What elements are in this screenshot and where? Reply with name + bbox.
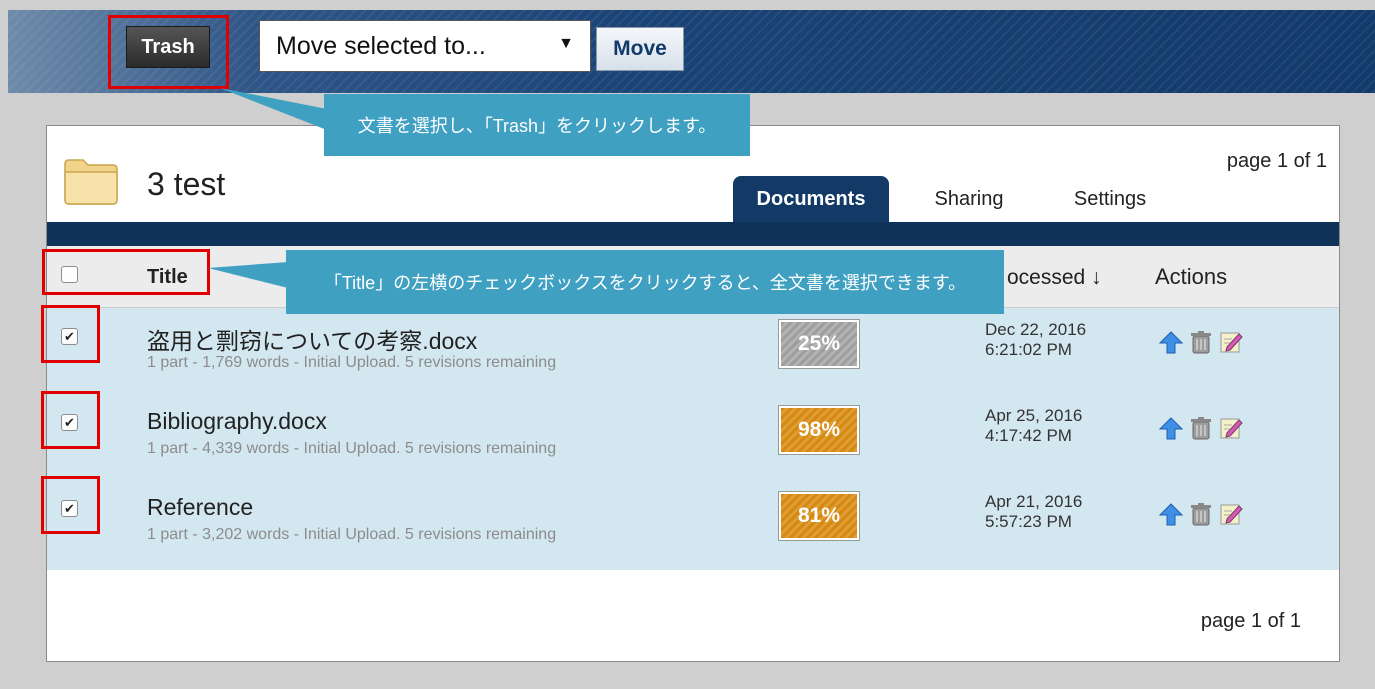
- document-meta: 1 part - 3,202 words - Initial Upload. 5…: [147, 526, 557, 543]
- edit-icon[interactable]: [1219, 502, 1243, 526]
- edit-icon[interactable]: [1219, 416, 1243, 440]
- document-name[interactable]: Bibliography.docx: [147, 408, 327, 435]
- trash-button-highlight: [108, 15, 229, 89]
- trash-icon[interactable]: [1189, 330, 1213, 354]
- arrow-up-icon[interactable]: [1159, 416, 1183, 440]
- table-row: ✔ Bibliography.docx 1 part - 4,339 words…: [47, 394, 1339, 480]
- move-select-value: Move selected to...: [276, 31, 486, 60]
- arrow-up-icon[interactable]: [1159, 502, 1183, 526]
- title-callout-pointer: [208, 262, 288, 288]
- document-name[interactable]: Reference: [147, 494, 253, 521]
- similarity-score-badge[interactable]: 81%: [779, 492, 859, 540]
- document-meta: 1 part - 4,339 words - Initial Upload. 5…: [147, 440, 557, 457]
- tab-documents[interactable]: Documents: [733, 176, 889, 222]
- page-indicator-top: page 1 of 1: [1226, 150, 1327, 172]
- table-row: ✔ Reference 1 part - 3,202 words - Initi…: [47, 480, 1339, 566]
- processed-date: Apr 25, 2016 4:17:42 PM: [985, 406, 1082, 446]
- folder-panel: 3 test page 1 of 1 Documents Sharing Set…: [46, 125, 1340, 662]
- similarity-score-badge[interactable]: 98%: [779, 406, 859, 454]
- page-indicator-bottom: page 1 of 1: [1200, 610, 1301, 632]
- trash-callout-pointer: [220, 88, 332, 132]
- row-checkbox-highlight: [41, 476, 100, 534]
- dropdown-caret-icon: ▼: [558, 35, 574, 52]
- row-checkbox-highlight: [41, 391, 100, 449]
- trash-instruction-callout: 文書を選択し、「Trash」をクリックします。: [324, 94, 750, 156]
- select-all-instruction-callout: 「Title」の左横のチェックボックスをクリックすると、全文書を選択できます。: [286, 250, 1004, 314]
- move-button[interactable]: Move: [596, 27, 684, 71]
- document-list: ✔ 盗用と剽窃についての考察.docx 1 part - 1,769 words…: [47, 308, 1339, 570]
- document-meta: 1 part - 1,769 words - Initial Upload. 5…: [147, 354, 557, 371]
- table-row: ✔ 盗用と剽窃についての考察.docx 1 part - 1,769 words…: [47, 308, 1339, 394]
- move-destination-select[interactable]: Move selected to... ▼: [259, 20, 591, 72]
- edit-icon[interactable]: [1219, 330, 1243, 354]
- tab-settings[interactable]: Settings: [1055, 176, 1165, 222]
- processed-day: Dec 22, 2016: [985, 320, 1087, 339]
- tab-sharing[interactable]: Sharing: [923, 176, 1015, 222]
- trash-icon[interactable]: [1189, 416, 1213, 440]
- arrow-up-icon[interactable]: [1159, 330, 1183, 354]
- processed-column-header[interactable]: ocessed ↓: [1007, 266, 1102, 290]
- actions-column-header: Actions: [1155, 264, 1228, 289]
- processed-time: 6:21:02 PM: [985, 340, 1072, 359]
- trash-icon[interactable]: [1189, 502, 1213, 526]
- tab-underline-bar: [47, 222, 1339, 246]
- processed-date: Apr 21, 2016 5:57:23 PM: [985, 492, 1082, 532]
- folder-title: 3 test: [147, 166, 226, 202]
- processed-time: 4:17:42 PM: [985, 426, 1072, 445]
- processed-time: 5:57:23 PM: [985, 512, 1072, 531]
- row-checkbox-highlight: [41, 305, 100, 363]
- processed-day: Apr 25, 2016: [985, 406, 1083, 425]
- document-name[interactable]: 盗用と剽窃についての考察.docx: [147, 322, 477, 356]
- processed-date: Dec 22, 2016 6:21:02 PM: [985, 320, 1086, 360]
- select-all-highlight: [42, 249, 210, 295]
- similarity-score-badge[interactable]: 25%: [779, 320, 859, 368]
- folder-icon: [64, 159, 118, 205]
- processed-day: Apr 21, 2016: [985, 492, 1083, 511]
